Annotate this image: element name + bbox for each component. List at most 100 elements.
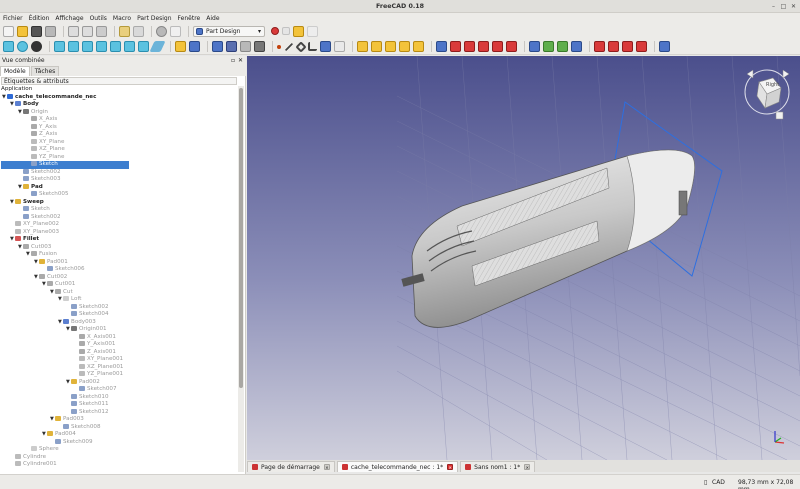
fit-all-icon[interactable] (3, 41, 14, 52)
menu-outils[interactable]: Outils (90, 15, 107, 22)
bottom-view-icon[interactable] (124, 41, 135, 52)
tree-item[interactable]: XY_Plane001 (74, 356, 123, 364)
3d-viewport[interactable]: Right (247, 56, 800, 460)
draft-icon[interactable] (622, 41, 633, 52)
boolean-icon[interactable] (659, 41, 670, 52)
linear-pattern-icon[interactable] (543, 41, 554, 52)
paste-icon[interactable] (96, 25, 107, 37)
fillet-icon[interactable] (594, 41, 605, 52)
tree-item[interactable]: ▼ Pad003 (50, 416, 84, 424)
tree-item[interactable]: Sketch006 (42, 266, 85, 274)
draw-style-icon[interactable] (31, 41, 42, 52)
local-coordinate-system-icon[interactable] (308, 42, 317, 51)
tree-item[interactable]: Cylindre001 (10, 461, 57, 469)
tree-item[interactable]: XY_Plane003 (10, 228, 59, 237)
tab-sans-nom1[interactable]: Sans nom1 : 1* ✕ (460, 461, 536, 472)
menu-aide[interactable]: Aide (206, 15, 219, 22)
polar-pattern-icon[interactable] (557, 41, 568, 52)
print-icon[interactable] (45, 25, 56, 37)
subtractive-loft-icon[interactable] (478, 41, 489, 52)
revolution-icon[interactable] (371, 41, 382, 52)
additive-pipe-icon[interactable] (399, 41, 410, 52)
validate-sketch-icon[interactable] (240, 41, 251, 52)
tree-item[interactable]: Sketch011 (66, 401, 109, 409)
tree-item[interactable]: ▼ Body003 (58, 318, 96, 327)
subtractive-pipe-icon[interactable] (492, 41, 503, 52)
tree-item[interactable]: Y_Axis (26, 123, 57, 132)
undo-icon[interactable] (119, 25, 130, 37)
top-view-icon[interactable] (82, 41, 93, 52)
tree-item[interactable]: ▼ Pad001 (34, 258, 68, 267)
menu-fenetre[interactable]: Fenêtre (178, 15, 201, 22)
tab-modele[interactable]: Modèle (0, 66, 30, 76)
right-view-icon[interactable] (96, 41, 107, 52)
tree-item[interactable]: X_Axis001 (74, 333, 116, 342)
thickness-icon[interactable] (636, 41, 647, 52)
chamfer-icon[interactable] (608, 41, 619, 52)
tree-item[interactable]: ▼ Loft (58, 296, 82, 304)
isometric-view-icon[interactable] (54, 41, 65, 52)
tree-item[interactable]: Sketch002 (18, 213, 61, 222)
fit-selection-icon[interactable] (17, 41, 28, 52)
front-view-icon[interactable] (68, 41, 79, 52)
menu-affichage[interactable]: Affichage (55, 15, 83, 22)
tree-item[interactable]: ▼ Sweep (10, 198, 44, 207)
edit-sketch-icon[interactable] (254, 41, 265, 52)
menu-macro[interactable]: Macro (113, 15, 131, 22)
datum-plane-icon[interactable] (295, 40, 307, 53)
create-body-2-icon[interactable] (212, 41, 223, 52)
measure-icon[interactable] (149, 41, 166, 52)
datum-point-icon[interactable] (277, 44, 281, 49)
tree-item[interactable]: ▼ Pad (18, 183, 43, 192)
tree-item[interactable]: Y_Axis001 (74, 341, 116, 349)
tree-item[interactable]: XY_Plane (26, 138, 64, 147)
tab-cache-telecommande[interactable]: cache_telecommande_nec : 1* ✕ (336, 461, 459, 472)
tree-item[interactable]: Sketch005 (26, 191, 69, 199)
copy-icon[interactable] (82, 25, 93, 37)
save-icon[interactable] (31, 25, 42, 37)
tree-item[interactable]: ▼ Body (10, 101, 39, 109)
tree-item[interactable]: ▼ Fillet (10, 236, 39, 244)
tree-item[interactable]: X_Axis (26, 116, 57, 124)
tree-item[interactable]: Sketch009 (50, 438, 93, 447)
tree-item[interactable]: Sketch (18, 206, 50, 214)
tree-item[interactable]: Sketch012 (66, 408, 109, 417)
tree-item[interactable]: ▼ Origin001 (66, 326, 107, 334)
macros-dialog-icon[interactable] (293, 25, 304, 37)
scrollbar-thumb[interactable] (239, 88, 243, 388)
hole-icon[interactable] (450, 41, 461, 52)
whats-this-icon[interactable] (170, 25, 181, 37)
tree-item[interactable]: YZ_Plane (26, 153, 64, 162)
3d-scene[interactable] (247, 56, 800, 460)
tree-item[interactable]: ▼ Pad002 (66, 378, 100, 387)
close-tab-icon[interactable]: ✕ (447, 464, 454, 470)
stop-macro-icon[interactable] (282, 27, 290, 35)
tree-item[interactable]: Sphere (26, 446, 59, 454)
redo-icon[interactable] (133, 25, 144, 37)
minimize-icon[interactable]: – (770, 3, 777, 10)
tree-item[interactable]: Cylindre (10, 453, 46, 462)
tree-item[interactable]: ▼ Cut (50, 288, 73, 297)
navcube-menu-icon[interactable] (775, 111, 784, 120)
close-window-icon[interactable]: ✕ (790, 3, 797, 10)
close-tab-icon[interactable]: ✕ (323, 464, 330, 470)
tree-item[interactable]: ▼ Cut003 (18, 243, 51, 252)
navigation-style[interactable]: CAD (712, 479, 725, 486)
menu-edition[interactable]: Édition (29, 15, 50, 22)
shape-binder-icon[interactable] (320, 41, 331, 52)
additive-loft-icon[interactable] (385, 41, 396, 52)
clone-icon[interactable] (334, 41, 345, 52)
subtractive-primitive-icon[interactable] (506, 41, 517, 52)
create-part-icon[interactable] (175, 41, 186, 52)
create-sketch-icon[interactable] (226, 41, 237, 52)
additive-primitive-icon[interactable] (413, 41, 424, 52)
left-view-icon[interactable] (138, 41, 149, 52)
menu-fichier[interactable]: Fichier (3, 15, 23, 22)
tree-item[interactable]: XZ_Plane001 (74, 363, 123, 372)
multitransform-icon[interactable] (571, 41, 582, 52)
rear-view-icon[interactable] (110, 41, 121, 52)
tree-item[interactable]: Sketch004 (66, 311, 109, 319)
tree-item[interactable]: XY_Plane002 (10, 221, 59, 229)
datum-line-icon[interactable] (284, 42, 294, 51)
navigation-cube[interactable]: Right (739, 64, 797, 122)
